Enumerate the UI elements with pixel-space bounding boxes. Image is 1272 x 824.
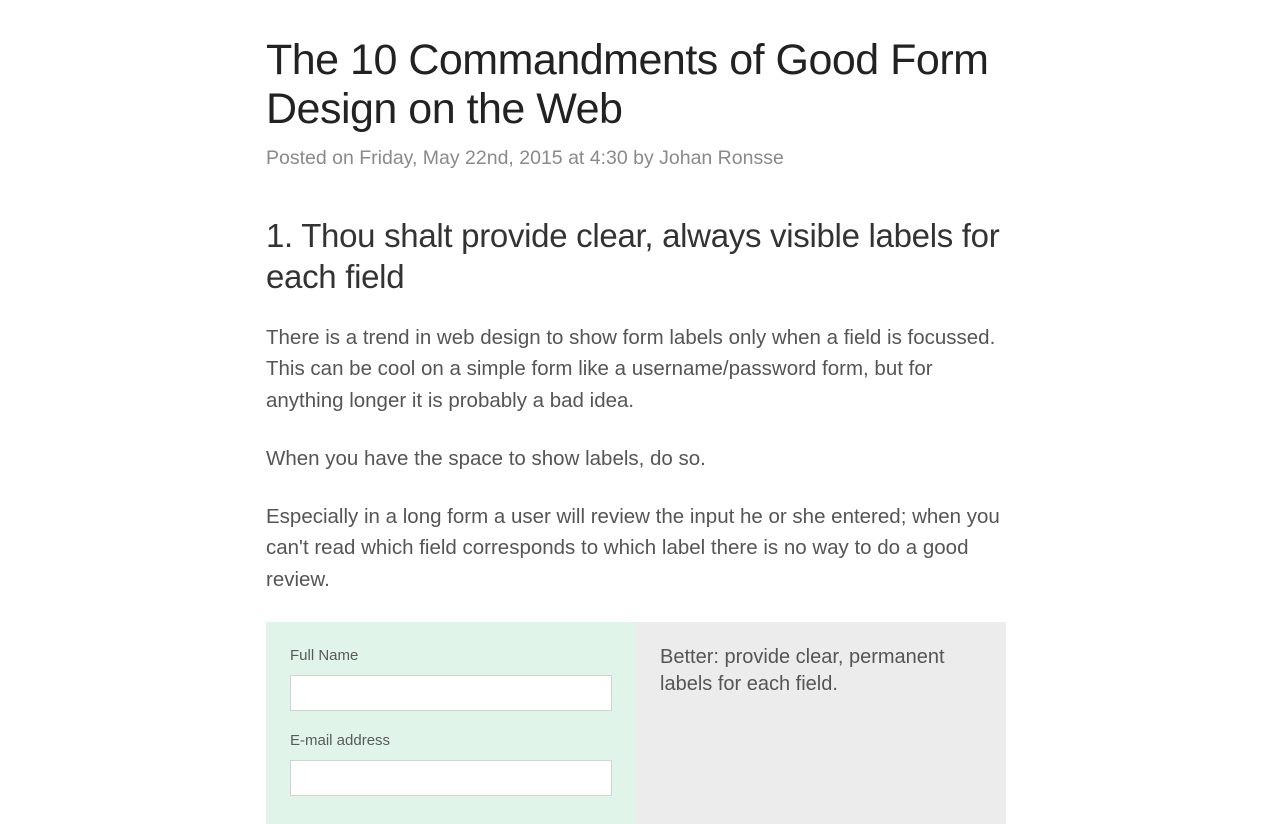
example-row: Full Name E-mail address Better: provide… [266, 622, 1006, 824]
example-caption-panel: Better: provide clear, permanent labels … [636, 622, 1006, 824]
body-paragraph: When you have the space to show labels, … [266, 443, 1006, 475]
body-paragraph: There is a trend in web design to show f… [266, 322, 1006, 417]
article-container: The 10 Commandments of Good Form Design … [266, 0, 1006, 824]
post-meta: Posted on Friday, May 22nd, 2015 at 4:30… [266, 143, 1006, 173]
example-form-panel: Full Name E-mail address [266, 622, 636, 824]
example-caption: Better: provide clear, permanent labels … [660, 644, 982, 698]
fullname-input[interactable] [290, 675, 612, 711]
page-title: The 10 Commandments of Good Form Design … [266, 36, 1006, 135]
field-label-fullname: Full Name [290, 644, 612, 667]
body-paragraph: Especially in a long form a user will re… [266, 501, 1006, 596]
section-heading: 1. Thou shalt provide clear, always visi… [266, 215, 1006, 298]
field-label-email: E-mail address [290, 729, 612, 752]
email-input[interactable] [290, 760, 612, 796]
